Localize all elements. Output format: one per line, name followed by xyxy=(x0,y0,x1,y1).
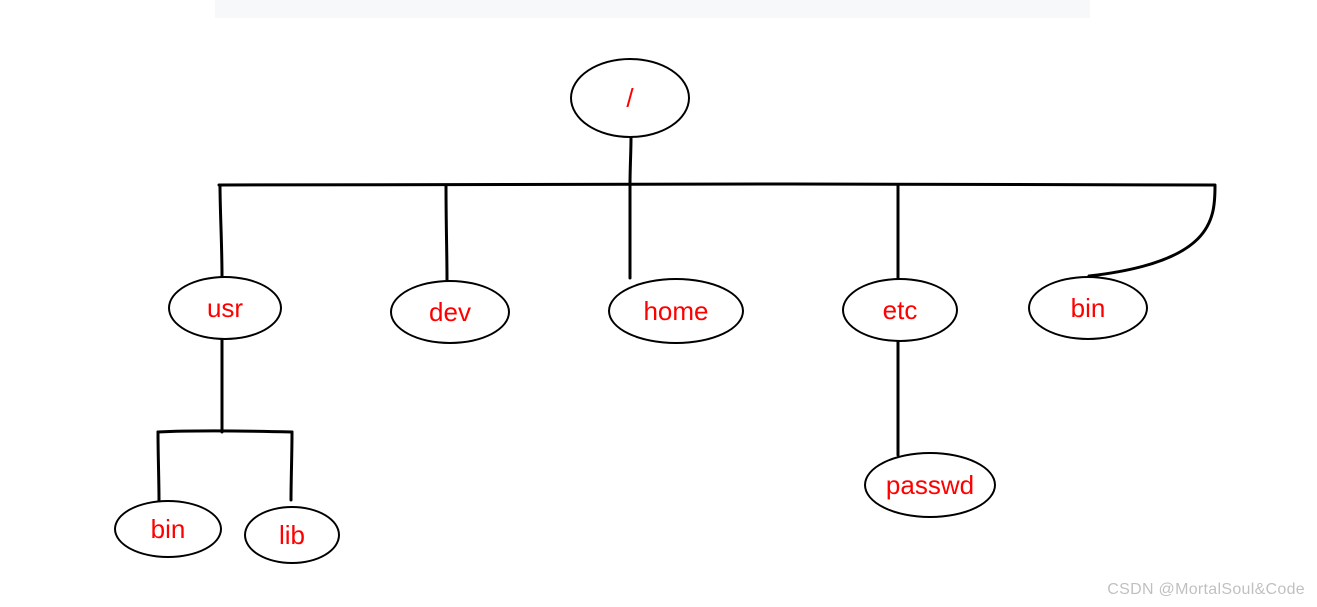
node-bin-label: bin xyxy=(1071,295,1106,321)
node-etc: etc xyxy=(842,278,958,342)
node-root: / xyxy=(570,58,690,138)
node-usr-bin-label: bin xyxy=(151,516,186,542)
node-root-label: / xyxy=(626,85,633,111)
node-usr-lib: lib xyxy=(244,506,340,564)
node-usr-lib-label: lib xyxy=(279,522,305,548)
node-etc-label: etc xyxy=(883,297,918,323)
node-etc-passwd-label: passwd xyxy=(886,472,974,498)
node-bin: bin xyxy=(1028,276,1148,340)
watermark-text: CSDN @MortalSoul&Code xyxy=(1107,581,1305,599)
node-dev-label: dev xyxy=(429,299,471,325)
node-usr-bin: bin xyxy=(114,500,222,558)
node-home: home xyxy=(608,278,744,344)
node-usr-label: usr xyxy=(207,295,243,321)
diagram-canvas: / usr dev home etc bin bin lib passwd CS… xyxy=(0,0,1317,607)
node-dev: dev xyxy=(390,280,510,344)
node-etc-passwd: passwd xyxy=(864,452,996,518)
node-home-label: home xyxy=(643,298,708,324)
top-faded-bar xyxy=(215,0,1090,18)
node-usr: usr xyxy=(168,276,282,340)
